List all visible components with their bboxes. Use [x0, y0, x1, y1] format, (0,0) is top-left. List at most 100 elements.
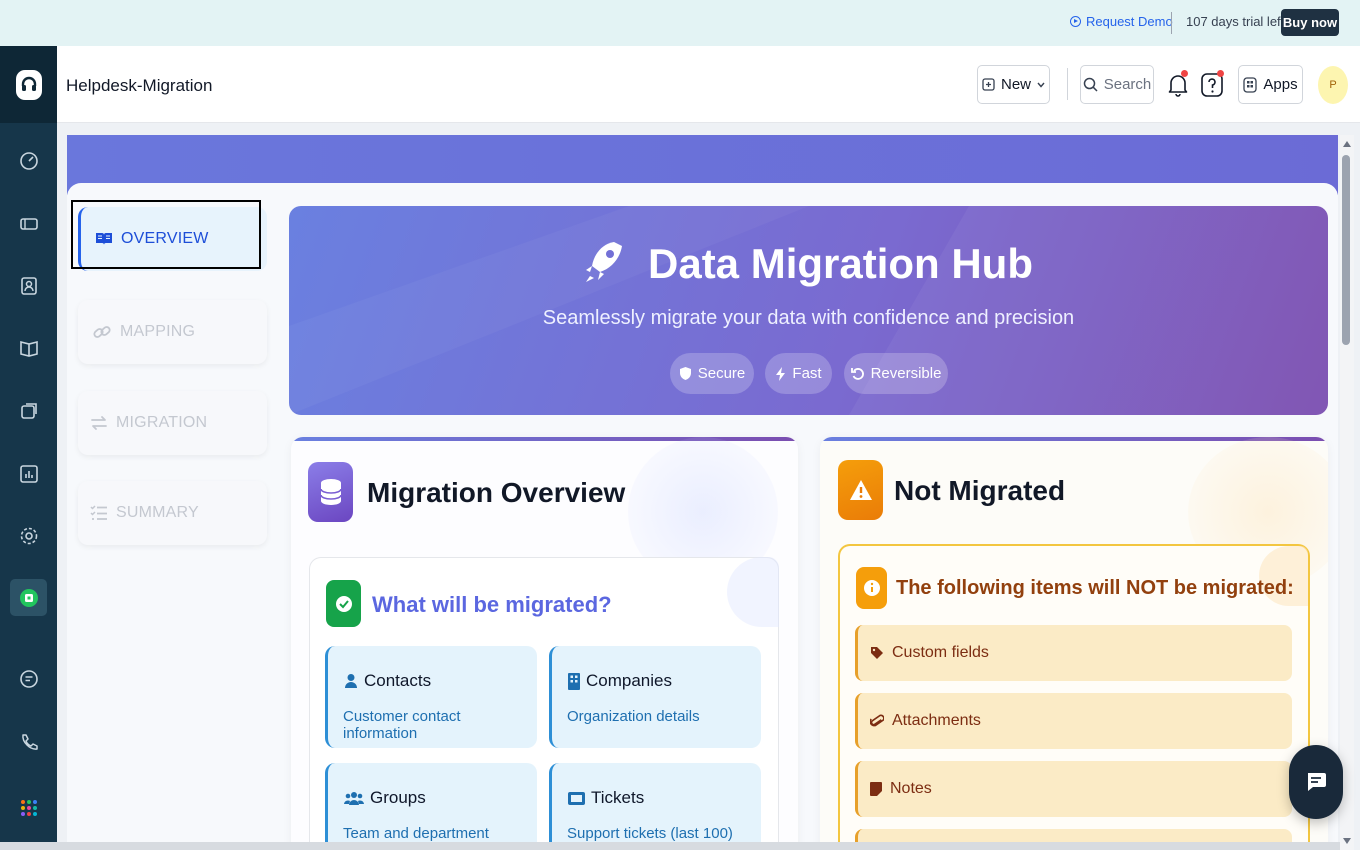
chat-widget-button[interactable] — [1289, 745, 1343, 819]
apps-icon — [1243, 76, 1258, 93]
tile-contacts-title: Contacts — [364, 671, 432, 690]
conversations-icon[interactable] — [10, 392, 47, 429]
scroll-up-arrow[interactable] — [1343, 141, 1351, 147]
hero-subtitle: Seamlessly migrate your data with confid… — [542, 307, 1075, 329]
tile-tickets: Tickets Support tickets (last 100) — [549, 763, 761, 850]
apps-grid-icon[interactable] — [10, 789, 47, 826]
tickets-icon[interactable] — [10, 205, 47, 242]
tab-migration[interactable]: MIGRATION — [78, 391, 267, 455]
search-placeholder: Search — [1103, 76, 1152, 93]
undo-icon — [850, 367, 864, 380]
notifications-bell[interactable] — [1167, 70, 1189, 98]
tab-migration-label: MIGRATION — [116, 414, 208, 431]
trial-bar: Request Demo 107 days trial left Buy now — [0, 0, 1360, 46]
tab-summary[interactable]: SUMMARY — [78, 481, 267, 545]
scroll-down-arrow[interactable] — [1343, 838, 1351, 844]
link-icon — [93, 326, 111, 338]
tile-contacts: Contacts Customer contact information — [325, 646, 537, 748]
badge-secure: Secure — [670, 353, 754, 394]
not-migrated-item: Attachments — [855, 693, 1292, 749]
badge-reversible: Reversible — [844, 353, 948, 394]
request-demo-link[interactable]: Request Demo — [1070, 14, 1173, 29]
tile-groups-title: Groups — [370, 788, 426, 807]
app-logo[interactable] — [0, 46, 57, 123]
hero-title: Data Migration Hub — [289, 240, 1328, 294]
tile-tickets-title: Tickets — [591, 788, 645, 807]
horizontal-scrollbar[interactable] — [0, 842, 1340, 850]
buy-now-button[interactable]: Buy now — [1281, 9, 1339, 36]
user-icon — [345, 674, 357, 688]
badge-secure-label: Secure — [697, 365, 746, 382]
tab-mapping[interactable]: MAPPING — [78, 300, 267, 364]
not-migrated-title: Not Migrated — [894, 475, 1066, 506]
new-label: New — [1000, 76, 1031, 93]
hero-title-text: Data Migration Hub — [648, 240, 1033, 288]
tile-groups: Groups Team and department groups — [325, 763, 537, 850]
left-sidebar — [0, 46, 57, 850]
knowledge-base-icon[interactable] — [10, 329, 47, 366]
warning-icon — [838, 460, 883, 520]
scroll-thumb[interactable] — [1342, 155, 1350, 345]
arrows-exchange-icon — [91, 416, 107, 430]
paperclip-icon — [870, 714, 884, 727]
ticket-icon — [568, 791, 585, 805]
info-icon — [856, 567, 887, 609]
help-button[interactable] — [1200, 70, 1224, 100]
apps-button[interactable]: Apps — [1238, 65, 1303, 104]
avatar[interactable]: P — [1318, 66, 1348, 104]
check-shield-icon — [326, 580, 361, 627]
not-migrated-item: Notes — [855, 761, 1292, 817]
scrollbar[interactable] — [1340, 135, 1354, 850]
tile-companies-desc: Organization details — [567, 708, 700, 725]
search-button[interactable]: Search — [1080, 65, 1154, 104]
page-title: Helpdesk-Migration — [66, 76, 213, 95]
apps-label: Apps — [1263, 76, 1298, 93]
tile-tickets-desc: Support tickets (last 100) — [567, 825, 733, 842]
badge-reversible-label: Reversible — [870, 365, 942, 382]
not-migrated-item: Custom fields — [855, 625, 1292, 681]
headset-logo-icon — [15, 69, 42, 100]
not-migrated-item-label: Notes — [890, 780, 932, 797]
building-icon — [568, 672, 580, 690]
bolt-icon — [776, 366, 786, 381]
divider — [1171, 12, 1172, 34]
tab-summary-label: SUMMARY — [116, 504, 199, 521]
badge-fast: Fast — [765, 353, 832, 394]
tile-contacts-desc: Customer contact information — [343, 708, 461, 742]
what-migrated-heading: What will be migrated? — [372, 592, 612, 617]
contacts-icon[interactable] — [10, 267, 47, 304]
not-migrated-heading: The following items will NOT be migrated… — [896, 577, 1294, 599]
migration-app-icon[interactable] — [10, 579, 47, 616]
migration-overview-title: Migration Overview — [367, 477, 626, 508]
focus-highlight — [71, 200, 261, 269]
hero-banner: Data Migration Hub Seamlessly migrate yo… — [289, 206, 1328, 415]
reports-icon[interactable] — [10, 455, 47, 492]
chevron-down-icon — [1037, 82, 1045, 88]
not-migrated-item-label: Custom fields — [892, 644, 989, 661]
chat-icon — [1308, 773, 1326, 791]
dashboard-icon[interactable] — [10, 142, 47, 179]
help-dot — [1217, 70, 1224, 77]
play-icon — [1070, 16, 1081, 27]
new-button[interactable]: New — [977, 65, 1050, 104]
users-icon — [344, 791, 364, 805]
settings-icon[interactable] — [10, 517, 47, 554]
note-icon — [870, 782, 882, 796]
database-icon — [308, 462, 353, 522]
tag-icon — [871, 647, 883, 659]
tab-mapping-label: MAPPING — [120, 323, 196, 340]
notification-dot — [1181, 70, 1188, 77]
tile-companies-title: Companies — [586, 671, 672, 690]
top-header: Helpdesk-Migration New Search Apps P — [57, 46, 1360, 123]
not-migrated-item-label: Attachments — [892, 712, 981, 729]
phone-icon[interactable] — [10, 723, 47, 760]
forums-icon[interactable] — [10, 660, 47, 697]
rocket-icon — [584, 240, 624, 294]
shield-icon — [679, 367, 691, 380]
trial-days-text: 107 days trial left — [1186, 14, 1285, 29]
request-demo-label: Request Demo — [1086, 14, 1173, 29]
badge-fast-label: Fast — [792, 365, 822, 382]
tile-companies: Companies Organization details — [549, 646, 761, 748]
search-icon — [1083, 77, 1098, 92]
divider — [1067, 68, 1068, 100]
